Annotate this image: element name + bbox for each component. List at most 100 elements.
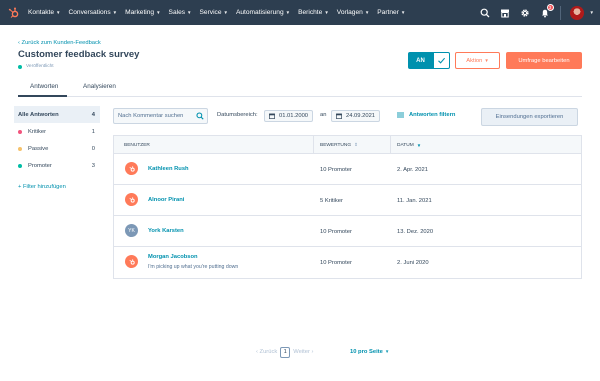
top-navigation-bar: Kontakte ▼ Conversations ▼ Marketing ▼ Sale… <box>0 0 600 25</box>
search-input[interactable] <box>114 113 193 119</box>
action-label: Aktion <box>466 57 483 64</box>
date-cell: 2. Apr. 2021 <box>397 166 428 173</box>
previous-page-button[interactable]: Zurück <box>260 349 278 355</box>
nav-item-marketing[interactable]: Marketing ▼ <box>125 9 160 16</box>
nav-label: Berichte <box>298 9 323 16</box>
nav-item-automatisierung[interactable]: Automatisierung ▼ <box>236 9 290 16</box>
chevron-down-icon: ▼ <box>223 10 228 15</box>
nav-item-vorlagen[interactable]: Vorlagen ▼ <box>337 9 370 16</box>
add-filter-link[interactable]: + Filter hinzufügen <box>18 184 66 190</box>
promoter-dot-icon <box>18 163 22 168</box>
column-header-label: BENUTZER <box>124 142 150 148</box>
column-header-label: BEWERTUNG <box>320 142 352 148</box>
column-header-user: BENUTZER <box>124 136 150 154</box>
current-page-button[interactable]: 1 <box>280 346 291 358</box>
column-divider <box>390 136 391 154</box>
sidebar-item-all-responses[interactable]: Alle Antworten 4 <box>14 106 100 123</box>
chevron-down-icon: ▼ <box>187 10 192 15</box>
add-filter-label: Filter hinzufügen <box>23 184 66 190</box>
tab-analysieren[interactable]: Analysieren <box>83 83 116 90</box>
date-from-field[interactable]: 01.01.2000 <box>264 110 314 122</box>
user-name-link[interactable]: York Karsten <box>148 228 184 234</box>
chevron-down-icon: ▼ <box>112 10 118 15</box>
table-row[interactable]: YK York Karsten 10 Promoter 13. Dez. 202… <box>114 216 581 247</box>
rating-cell: 10 Promoter <box>320 166 352 173</box>
table-row[interactable]: Morgan Jacobson I'm picking up what you'… <box>114 247 581 278</box>
comment-search <box>113 108 208 124</box>
date-cell: 13. Dez. 2020 <box>397 228 434 235</box>
edit-survey-button[interactable]: Umfrage bearbeiten <box>506 52 582 69</box>
nav-item-sales[interactable]: Sales ▼ <box>169 9 192 16</box>
status-dot-icon <box>18 64 22 69</box>
user-name-link[interactable]: Kathleen Rush <box>148 166 189 172</box>
rating-cell: 10 Promoter <box>320 259 352 266</box>
nav-item-berichte[interactable]: Berichte ▼ <box>298 9 329 16</box>
user-avatar[interactable] <box>569 5 584 20</box>
date-from-value: 01.01.2000 <box>279 113 309 119</box>
nav-item-conversations[interactable]: Conversations ▼ <box>69 9 118 16</box>
hubspot-logo-icon[interactable] <box>8 7 20 19</box>
filter-lines-icon <box>397 112 404 118</box>
export-submissions-button[interactable]: Einsendungen exportieren <box>481 108 578 126</box>
date-cell: 2. Juni 2020 <box>397 259 429 266</box>
nav-item-partner[interactable]: Partner ▼ <box>377 9 405 16</box>
per-page-dropdown[interactable]: 10 pro Seite ▼ <box>350 349 389 355</box>
sidebar-item-label: Promoter <box>28 162 52 169</box>
sidebar-item-count: 4 <box>91 111 95 118</box>
chevron-down-icon: ▼ <box>285 10 291 15</box>
search-icon[interactable] <box>480 7 491 18</box>
user-name-link[interactable]: Morgan Jacobson <box>148 254 198 260</box>
back-link[interactable]: ‹ Zurück zum Kunden-Feedback <box>18 40 101 46</box>
table-header: BENUTZER BEWERTUNG ⇕ DATUM ▼ <box>114 136 581 154</box>
sidebar-item-passives[interactable]: Passive 0 <box>14 140 100 157</box>
response-filter-list: Alle Antworten 4 Kritiker 1 Passive 0 Pr… <box>14 106 100 174</box>
detractor-dot-icon <box>18 129 22 134</box>
user-name-link[interactable]: Alnoor Pirani <box>148 197 184 203</box>
bell-icon[interactable]: 3 <box>540 4 554 18</box>
back-link-label: Zurück zum Kunden-Feedback <box>21 40 101 46</box>
publish-toggle[interactable]: AN <box>408 52 450 69</box>
action-dropdown-button[interactable]: Aktion ▼ <box>455 52 500 69</box>
date-to-value: 24.09.2021 <box>346 113 376 119</box>
nav-item-kontakte[interactable]: Kontakte ▼ <box>28 9 61 16</box>
date-to-field[interactable]: 24.09.2021 <box>331 110 381 122</box>
column-header-rating[interactable]: BEWERTUNG ⇕ <box>320 136 358 154</box>
next-page-button[interactable]: Weiter <box>293 349 310 355</box>
toggle-on-label[interactable]: AN <box>408 52 433 69</box>
date-range-label: Datumsbereich: <box>217 112 258 118</box>
chevron-down-icon: ▼ <box>56 10 61 15</box>
nav-label: Service <box>199 9 222 16</box>
filter-responses-link[interactable]: Antworten filtern <box>397 112 455 118</box>
nav-right-tools: 3 ▼ <box>471 0 594 25</box>
search-icon[interactable] <box>193 109 207 123</box>
chevron-down-icon: ▼ <box>484 58 489 63</box>
per-page-label: 10 pro Seite <box>350 349 383 355</box>
date-range-separator: an <box>320 112 327 118</box>
table-row[interactable]: Kathleen Rush 10 Promoter 2. Apr. 2021 <box>114 154 581 185</box>
sidebar-item-label: Kritiker <box>28 128 47 135</box>
tab-antworten[interactable]: Antworten <box>30 83 58 90</box>
nav-item-service[interactable]: Service ▼ <box>200 9 228 16</box>
check-icon[interactable] <box>433 52 450 69</box>
rating-cell: 5 Kritiker <box>320 197 343 204</box>
sidebar-item-count: 3 <box>91 162 95 169</box>
sidebar-item-detractors[interactable]: Kritiker 1 <box>14 123 100 140</box>
chevron-down-icon: ▼ <box>156 10 161 15</box>
page-title: Customer feedback survey <box>18 49 140 60</box>
column-header-date[interactable]: DATUM ▼ <box>397 136 421 154</box>
marketplace-icon[interactable] <box>500 7 511 18</box>
sidebar-item-promoters[interactable]: Promoter 3 <box>14 157 100 174</box>
chevron-down-icon: ▼ <box>384 349 390 354</box>
table-row[interactable]: Alnoor Pirani 5 Kritiker 11. Jan. 2021 <box>114 185 581 216</box>
filter-link-label: Antworten filtern <box>409 112 456 118</box>
gear-icon[interactable] <box>520 7 531 18</box>
nav-divider <box>559 5 561 20</box>
chevron-down-icon: ▼ <box>324 10 329 15</box>
hubspot-icon <box>125 162 138 175</box>
chevron-down-icon[interactable]: ▼ <box>590 10 594 15</box>
chevron-right-icon: › <box>309 349 314 355</box>
chevron-down-icon: ▼ <box>400 10 406 15</box>
hubspot-icon <box>125 255 138 268</box>
pagination: ‹ Zurück 1 Weiter › <box>256 346 313 358</box>
sidebar-item-count: 0 <box>91 145 95 152</box>
